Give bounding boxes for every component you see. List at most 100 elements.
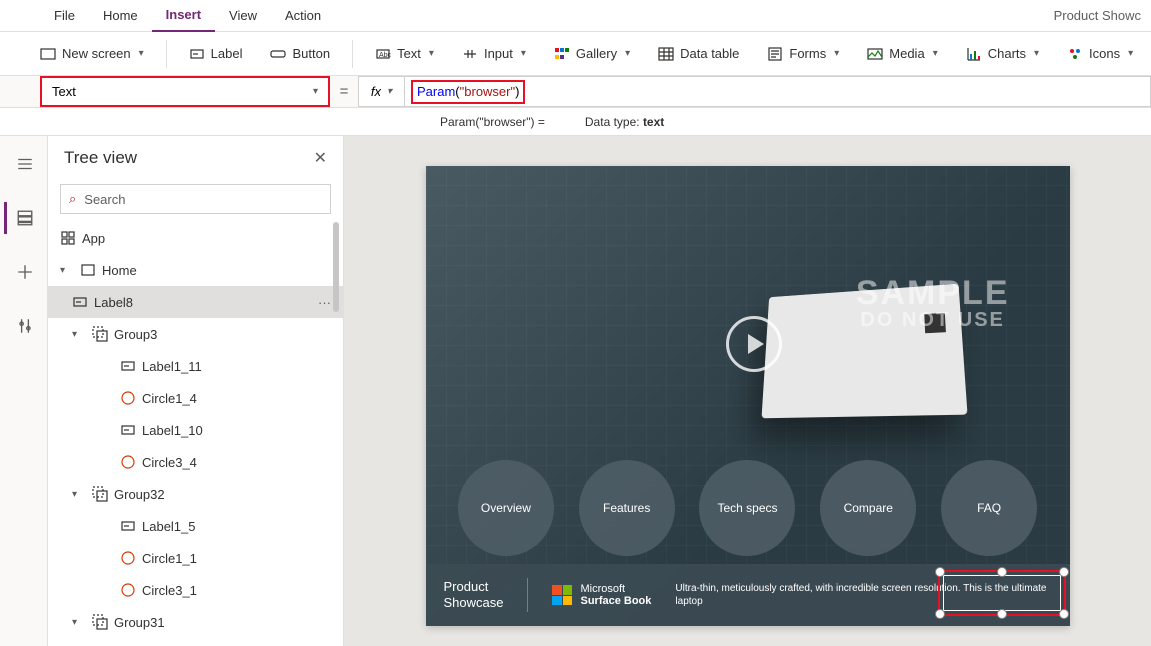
fx-button[interactable]: fx▾ — [358, 76, 404, 107]
ribbon-forms-label: Forms — [789, 46, 826, 61]
menu-insert[interactable]: Insert — [152, 0, 215, 32]
formula-bar: Text ▾ = fx▾ Param("browser") — [0, 76, 1151, 108]
tree-item[interactable]: Circle1_1 — [48, 542, 343, 574]
ribbon-text[interactable]: Abc Text ▾ — [365, 46, 444, 62]
tree-item-label: Circle1_4 — [142, 391, 197, 406]
rail-advanced[interactable] — [4, 310, 44, 342]
ribbon-icons-label: Icons — [1089, 46, 1120, 61]
resize-handle[interactable] — [1059, 609, 1069, 619]
tree-item-group31[interactable]: ▾ Group31 — [48, 606, 343, 638]
separator — [352, 40, 353, 68]
tree-item-label8[interactable]: Label8 ··· — [48, 286, 343, 318]
group-icon — [92, 614, 108, 630]
formula-echo: Param("browser") = — [440, 115, 545, 129]
input-icon — [462, 46, 478, 62]
rail-tree-view[interactable] — [4, 202, 44, 234]
tree-home-screen[interactable]: ▾ Home — [48, 254, 343, 286]
chevron-down-icon: ▾ — [72, 489, 86, 500]
table-icon — [658, 46, 674, 62]
tree-item[interactable]: Label1_10 — [48, 414, 343, 446]
tree-item-group32[interactable]: ▾ Group32 — [48, 478, 343, 510]
media-icon — [867, 46, 883, 62]
ms-squares-icon — [552, 585, 572, 605]
property-selector-value: Text — [52, 84, 76, 99]
property-selector[interactable]: Text ▾ — [40, 76, 330, 107]
tree-panel: Tree view ✕ ⌕ Search App ▾ Home Label8 ·… — [48, 136, 344, 646]
tree-app-label: App — [82, 231, 105, 246]
tree-item-label: Label8 — [94, 295, 133, 310]
tree-item[interactable]: Circle3_1 — [48, 574, 343, 606]
circle-features[interactable]: Features — [579, 460, 675, 556]
equals-sign: = — [330, 76, 358, 107]
ribbon-charts[interactable]: Charts ▾ — [956, 46, 1049, 62]
rail-hamburger[interactable] — [4, 148, 44, 180]
separator — [527, 578, 528, 612]
ribbon-charts-label: Charts — [988, 46, 1026, 61]
ribbon-input-label: Input — [484, 46, 513, 61]
circle-overview[interactable]: Overview — [458, 460, 554, 556]
resize-handle[interactable] — [997, 609, 1007, 619]
search-input[interactable]: ⌕ Search — [60, 184, 331, 214]
tree-item[interactable]: Circle1_4 — [48, 382, 343, 414]
ribbon-input[interactable]: Input ▾ — [452, 46, 536, 62]
chevron-down-icon: ▾ — [313, 86, 318, 97]
tree-app[interactable]: App — [48, 222, 343, 254]
tree-item-group3[interactable]: ▾ Group3 — [48, 318, 343, 350]
tree-item[interactable]: Label1_11 — [48, 350, 343, 382]
menu-view[interactable]: View — [215, 0, 271, 32]
ribbon-button[interactable]: Button — [260, 46, 340, 62]
more-icon[interactable]: ··· — [318, 295, 331, 310]
svg-text:Abc: Abc — [379, 52, 391, 59]
chevron-down-icon: ▾ — [387, 86, 392, 97]
close-icon[interactable]: ✕ — [314, 148, 327, 168]
chevron-down-icon: ▾ — [60, 265, 74, 276]
rail-insert[interactable] — [4, 256, 44, 288]
chevron-down-icon: ▾ — [139, 48, 144, 59]
circle-techspecs[interactable]: Tech specs — [699, 460, 795, 556]
tree-list: App ▾ Home Label8 ··· ▾ Group3 Label1_11… — [48, 222, 343, 646]
ribbon-button-text: Button — [292, 46, 330, 61]
resize-handle[interactable] — [935, 567, 945, 577]
circle-compare[interactable]: Compare — [820, 460, 916, 556]
resize-handle[interactable] — [997, 567, 1007, 577]
resize-handle[interactable] — [935, 609, 945, 619]
menu-file[interactable]: File — [40, 0, 89, 32]
label-icon — [120, 422, 136, 438]
chevron-down-icon: ▾ — [429, 48, 434, 59]
circle-icon — [120, 454, 136, 470]
ribbon-media[interactable]: Media ▾ — [857, 46, 947, 62]
tree-item-label: Circle3_4 — [142, 455, 197, 470]
ribbon-forms[interactable]: Forms ▾ — [757, 46, 849, 62]
ribbon-gallery-label: Gallery — [576, 46, 617, 61]
menu-action[interactable]: Action — [271, 0, 335, 32]
separator — [166, 40, 167, 68]
icons-icon — [1067, 46, 1083, 62]
circle-faq[interactable]: FAQ — [941, 460, 1037, 556]
formula-input[interactable]: Param("browser") — [404, 76, 1151, 107]
play-button[interactable] — [726, 316, 782, 372]
screen-icon — [80, 262, 96, 278]
label-icon — [120, 358, 136, 374]
chevron-down-icon: ▾ — [1128, 48, 1133, 59]
ribbon-icons[interactable]: Icons ▾ — [1057, 46, 1143, 62]
ribbon-new-screen[interactable]: New screen ▾ — [30, 46, 154, 62]
ribbon-gallery[interactable]: Gallery ▾ — [544, 46, 640, 62]
tree-item[interactable]: Label1_5 — [48, 510, 343, 542]
app-preview[interactable]: SAMPLE DO NOT USE Overview Features Tech… — [426, 166, 1070, 626]
tree-item[interactable]: Circle3_4 — [48, 446, 343, 478]
screen-icon — [40, 46, 56, 62]
ribbon-data-table[interactable]: Data table — [648, 46, 749, 62]
formula-text: Param("browser") — [411, 80, 525, 104]
ms-logo: MicrosoftSurface Book — [552, 583, 651, 607]
scrollbar[interactable] — [333, 222, 339, 312]
selection-handles[interactable] — [938, 570, 1066, 616]
label-icon — [189, 46, 205, 62]
canvas-area[interactable]: SAMPLE DO NOT USE Overview Features Tech… — [344, 136, 1151, 646]
menu-home[interactable]: Home — [89, 0, 152, 32]
group-icon — [92, 326, 108, 342]
ribbon-label[interactable]: Label — [179, 46, 253, 62]
tree-item-label: Circle3_1 — [142, 583, 197, 598]
search-icon: ⌕ — [69, 191, 76, 207]
tree-item-label: Group31 — [114, 615, 165, 630]
resize-handle[interactable] — [1059, 567, 1069, 577]
